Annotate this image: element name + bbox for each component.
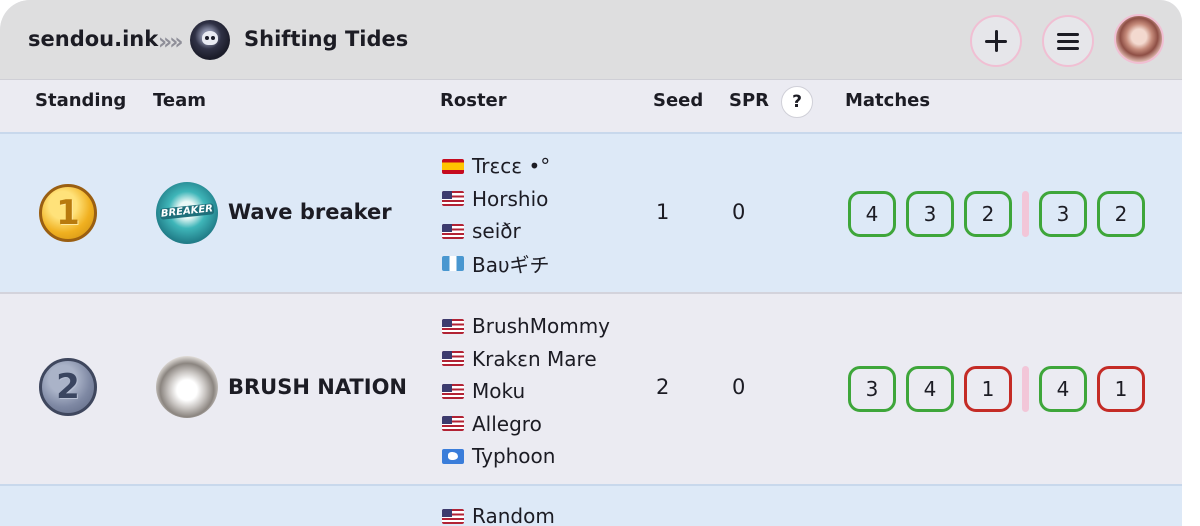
tournament-results-panel: sendou.ink »» Shifting Tides Standing Te… [0,0,1182,526]
hamburger-menu-icon [1057,33,1079,50]
roster-list: Trεcε •° Horshio seiðr Baυギチ [442,150,550,280]
user-avatar[interactable] [1114,14,1164,64]
column-header-matches: Matches [845,90,931,111]
us-flag-icon [442,191,464,207]
spr-value: 0 [732,375,746,399]
match-score-button[interactable]: 2 [1097,191,1145,237]
column-header-roster: Roster [440,90,507,111]
roster-player[interactable]: Trεcε •° [442,150,550,183]
bracket-divider [1022,366,1029,412]
player-name: Krakεn Mare [472,346,597,371]
column-header-standing: Standing [35,90,127,111]
match-score-button[interactable]: 2 [964,191,1012,237]
player-name: Horshio [472,186,549,211]
match-score-button[interactable]: 3 [848,366,896,412]
us-flag-icon [442,416,464,432]
team-logo [156,356,218,418]
us-flag-icon [442,351,464,367]
us-flag-icon [442,223,464,239]
match-score-button[interactable]: 3 [1039,191,1087,237]
team-name-link[interactable]: Wave breaker [228,200,392,224]
match-score-button[interactable]: 1 [1097,366,1145,412]
seed-value: 1 [656,200,670,224]
player-name: Random [472,504,555,526]
spain-flag-icon [442,158,464,174]
us-flag-icon [442,383,464,399]
player-name: Trεcε •° [472,154,551,179]
site-brand-link[interactable]: sendou.ink [28,27,158,51]
table-row: 1 BREAKER Wave breaker Trεcε •° Horshio … [0,132,1182,292]
player-name: Typhoon [472,444,556,469]
roster-list: Random [442,500,555,526]
roster-player[interactable]: seiðr [442,215,550,248]
antarctica-flag-icon [442,448,464,464]
us-flag-icon [442,508,464,524]
bracket-divider [1022,191,1029,237]
roster-list: BrushMommy Krakεn Mare Moku Allegro Typh… [442,310,610,473]
spr-help-button[interactable]: ? [781,86,813,118]
roster-player[interactable]: Allegro [442,408,610,441]
match-results: 4 3 2 3 2 [848,191,1155,237]
match-score-button[interactable]: 4 [848,191,896,237]
match-results: 3 4 1 4 1 [848,366,1155,412]
gold-medal-icon: 1 [39,184,97,242]
breadcrumb-separator-icon: »» [158,30,183,55]
team-logo-text: BREAKER [159,203,215,220]
app-window: sendou.ink »» Shifting Tides Standing Te… [0,0,1200,526]
tournament-name-link[interactable]: Shifting Tides [244,27,408,51]
plus-icon [985,30,1007,52]
skull-icon [202,31,218,45]
menu-button[interactable] [1042,15,1094,67]
table-row: Random [0,484,1182,526]
team-name-link[interactable]: BRUSH NATION [228,375,407,399]
tournament-avatar[interactable] [190,20,230,60]
table-row: 2 BRUSH NATION BrushMommy Krakεn Mare Mo… [0,292,1182,484]
match-score-button[interactable]: 4 [906,366,954,412]
roster-player[interactable]: Baυギチ [442,248,550,281]
guatemala-flag-icon [442,256,464,272]
top-nav-bar: sendou.ink »» Shifting Tides [0,0,1182,80]
column-header-team: Team [153,90,206,111]
create-button[interactable] [970,15,1022,67]
spr-value: 0 [732,200,746,224]
player-name: Moku [472,379,526,404]
roster-player[interactable]: Horshio [442,183,550,216]
team-logo: BREAKER [156,182,218,244]
roster-player[interactable]: Krakεn Mare [442,343,610,376]
roster-player[interactable]: BrushMommy [442,310,610,343]
roster-player[interactable]: Typhoon [442,440,610,473]
roster-player[interactable]: Random [442,500,555,526]
roster-player[interactable]: Moku [442,375,610,408]
silver-medal-icon: 2 [39,358,97,416]
player-name: BrushMommy [472,314,611,339]
match-score-button[interactable]: 3 [906,191,954,237]
player-name: Baυギチ [472,253,550,278]
player-name: Allegro [472,411,542,436]
us-flag-icon [442,318,464,334]
seed-value: 2 [656,375,670,399]
player-name: seiðr [472,219,521,244]
column-header-seed: Seed [653,90,704,111]
column-header-spr: SPR [729,90,770,111]
match-score-button[interactable]: 1 [964,366,1012,412]
match-score-button[interactable]: 4 [1039,366,1087,412]
